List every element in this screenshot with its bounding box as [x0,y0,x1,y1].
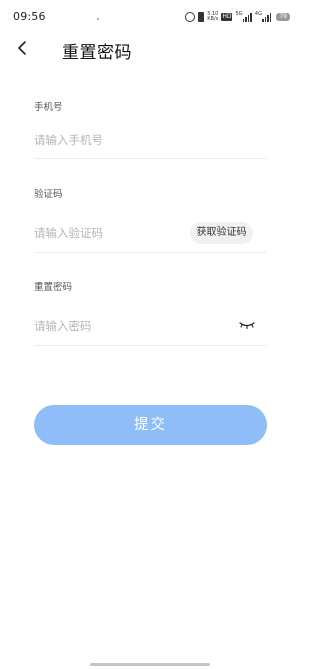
battery-icon: 79 [276,13,290,21]
status-time: 09:56 [13,10,46,23]
code-divider [34,252,266,253]
phone-label: 手机号 [34,102,63,113]
password-input[interactable] [34,316,214,336]
password-label: 重置密码 [34,282,73,293]
status-dot [97,18,99,20]
home-indicator[interactable] [90,663,210,666]
nav-bar: 重置密码 [0,36,300,64]
status-icons: 5.10 KB/s HD 5G 4G 79 [185,10,290,24]
signal-1: 5G [235,11,252,22]
phone-divider [34,158,266,159]
eye-closed-icon[interactable] [238,320,256,330]
status-bar: 09:56 5.10 KB/s HD 5G 4G 79 [0,0,300,36]
signal-2: 4G [254,11,272,22]
vibrate-icon [198,12,205,22]
get-code-button[interactable]: 获取验证码 [190,222,253,244]
signal-bars-icon [261,12,272,22]
alarm-icon [185,12,196,22]
hd-icon: HD [221,13,233,21]
password-divider [34,345,266,346]
signal-bars-icon [242,12,252,22]
submit-button[interactable]: 提交 [34,405,267,445]
signal-1-label: 5G [235,11,243,17]
code-input[interactable] [34,223,184,243]
network-speed-unit: KB/s [207,16,219,22]
back-arrow-icon[interactable] [14,38,32,58]
phone-input[interactable] [34,130,214,150]
code-label: 验证码 [34,189,63,200]
page-title: 重置密码 [62,43,132,63]
network-speed: 5.10 KB/s [207,12,218,22]
signal-2-label: 4G [254,11,262,17]
